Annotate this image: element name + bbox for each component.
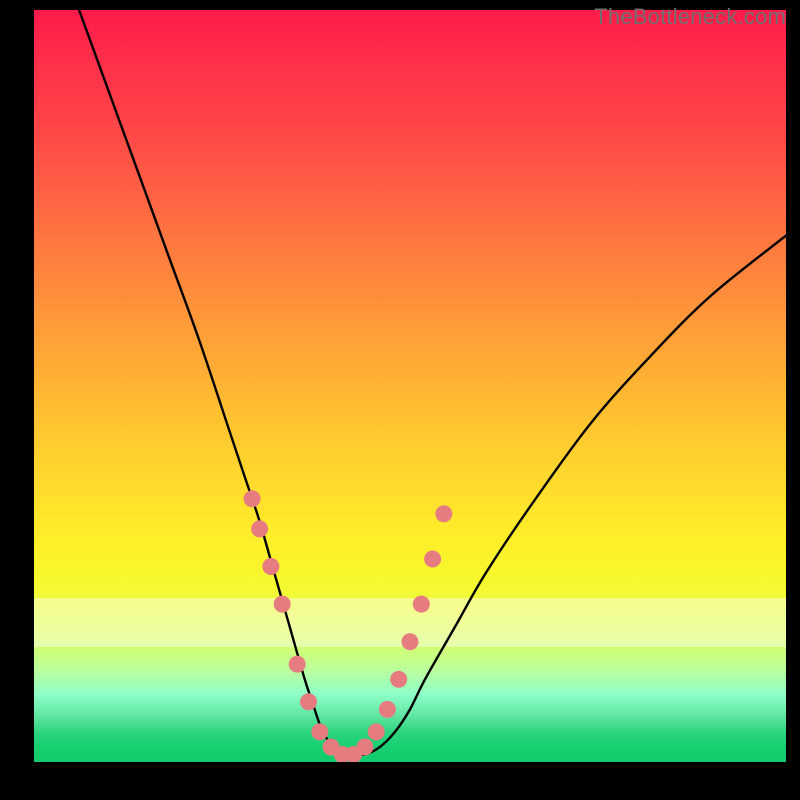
data-marker: [262, 558, 279, 575]
data-marker: [251, 520, 268, 537]
data-marker: [289, 656, 306, 673]
data-marker: [402, 633, 419, 650]
chart-svg: [34, 10, 786, 762]
marker-layer: [244, 490, 453, 762]
data-marker: [435, 505, 452, 522]
watermark-text: TheBottleneck.com: [594, 4, 786, 30]
data-marker: [274, 596, 291, 613]
data-marker: [368, 723, 385, 740]
data-marker: [379, 701, 396, 718]
data-marker: [311, 723, 328, 740]
bottleneck-curve: [79, 10, 786, 755]
data-marker: [424, 551, 441, 568]
data-marker: [356, 739, 373, 756]
data-marker: [390, 671, 407, 688]
data-marker: [244, 490, 261, 507]
plot-area: [34, 10, 786, 762]
chart-stage: TheBottleneck.com: [0, 0, 800, 800]
data-marker: [300, 693, 317, 710]
data-marker: [413, 596, 430, 613]
